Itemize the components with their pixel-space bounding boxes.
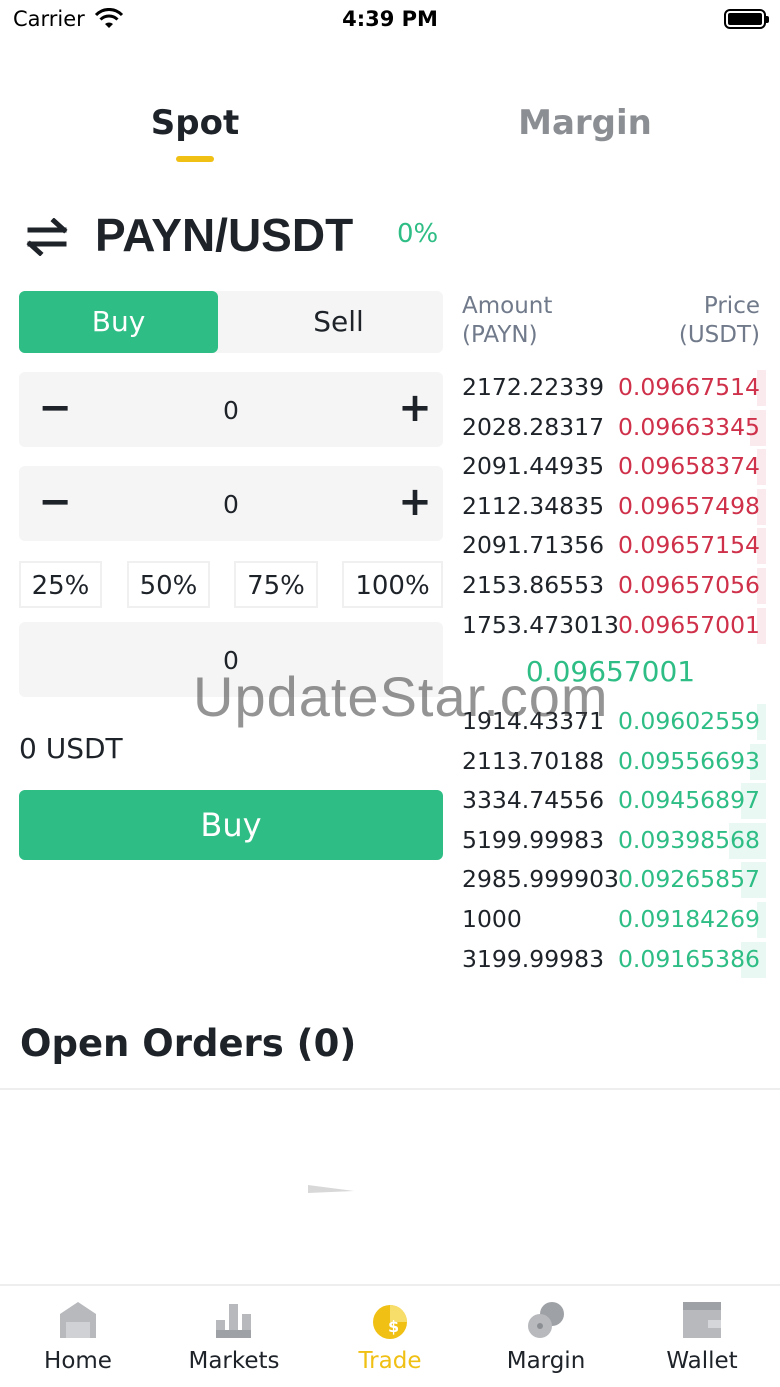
buy-sell-toggle: Buy Sell [19,291,443,353]
bid-row[interactable]: 3334.74556 0.09456897 [455,783,766,820]
markets-icon [216,1304,251,1338]
bid-price: 0.09165386 [617,944,760,973]
buy-tab-button[interactable]: Buy [19,291,218,353]
swap-arrows-icon[interactable] [24,218,70,256]
ask-price: 0.09657001 [617,610,760,639]
nav-trade[interactable]: $ Trade [312,1286,468,1387]
price-increment-button[interactable]: + [395,388,435,428]
ask-row[interactable]: 2153.86553 0.09657056 [455,568,766,604]
ask-amount: 2153.86553 [462,571,605,599]
price-header-label: Price [703,293,760,319]
status-time: 4:39 PM [342,7,438,31]
watermark: UpdateStar.com [193,665,609,728]
nav-margin[interactable]: Margin [468,1286,624,1387]
nav-wallet-label: Wallet [666,1348,738,1374]
bid-row[interactable]: 5199.99983 0.09398568 [455,822,766,859]
ask-price: 0.09663345 [617,412,760,441]
orderbook-price-header: Price (USDT) [640,292,760,350]
ask-row[interactable]: 2091.44935 0.09658374 [455,449,766,486]
nav-markets-label: Markets [188,1348,280,1374]
margin-icon [528,1302,564,1338]
pair-name[interactable]: PAYN/USDT [95,208,353,262]
price-input[interactable]: 0 [79,396,383,425]
bid-price: 0.09398568 [617,825,760,854]
percent-25-button[interactable]: 25% [19,561,102,608]
bid-row[interactable]: 2113.70188 0.09556693 [455,743,766,780]
ask-amount: 2112.34835 [462,491,605,520]
bottom-nav: Home Markets $ Trade Margin Wallet [0,1284,780,1387]
nav-margin-label: Margin [506,1348,586,1374]
ask-price: 0.09658374 [617,452,760,481]
percent-50-button[interactable]: 50% [127,561,210,608]
bid-row[interactable]: 1000 0.09184269 [455,902,766,938]
bid-price: 0.09265857 [617,865,760,894]
trade-icon: $ [373,1305,407,1339]
bid-price: 0.09556693 [617,746,760,775]
open-orders-title: Open Orders (0) [20,1022,357,1065]
bid-amount: 5199.99983 [462,825,605,854]
bid-row[interactable]: 3199.99983 0.09165386 [455,941,766,978]
amount-stepper: − 0 + [19,466,443,541]
nav-trade-label: Trade [358,1348,422,1374]
ask-amount: 2091.44935 [462,452,605,481]
ask-amount: 1753.473013 [462,610,619,639]
svg-text:$: $ [388,1317,399,1336]
bid-row[interactable]: 2985.999903 0.09265857 [455,862,766,899]
status-bar: Carrier 4:39 PM [0,0,780,40]
ask-price: 0.09657056 [617,571,760,599]
ask-price: 0.09657154 [617,531,760,560]
divider [0,1088,780,1090]
home-icon [60,1302,96,1338]
active-tab-indicator [176,156,214,162]
bid-price: 0.09456897 [617,786,760,815]
bid-amount: 2985.999903 [462,865,619,894]
amount-header-label: Amount [462,293,553,319]
ask-row[interactable]: 2028.28317 0.09663345 [455,409,766,446]
nav-home-label: Home [44,1348,112,1374]
bid-price: 0.09602559 [617,707,760,735]
pair-change-percent: 0% [397,219,439,249]
nav-wallet[interactable]: Wallet [624,1286,780,1387]
amount-header-unit: (PAYN) [462,322,538,348]
ask-amount: 2091.71356 [462,531,605,560]
bid-amount: 3199.99983 [462,944,605,973]
ask-row[interactable]: 2172.22339 0.09667514 [455,370,766,406]
ask-price: 0.09657498 [617,491,760,520]
bid-amount: 1000 [462,905,522,933]
amount-increment-button[interactable]: + [395,482,435,522]
wallet-icon [683,1302,721,1338]
ask-row[interactable]: 1753.473013 0.09657001 [455,607,766,644]
sell-tab-button[interactable]: Sell [234,291,443,353]
bid-price: 0.09184269 [617,905,760,933]
bid-amount: 3334.74556 [462,786,605,815]
available-balance: 0 USDT [19,732,123,765]
amount-decrement-button[interactable]: − [35,482,75,522]
bid-amount: 2113.70188 [462,746,605,775]
battery-icon [724,9,769,29]
price-header-unit: (USDT) [678,322,760,348]
ask-row[interactable]: 2091.71356 0.09657154 [455,528,766,565]
price-decrement-button[interactable]: − [35,388,75,428]
nav-home[interactable]: Home [0,1286,156,1387]
tab-spot[interactable]: Spot [45,103,345,143]
ask-price: 0.09667514 [617,373,760,401]
tab-margin[interactable]: Margin [435,103,735,143]
ask-amount: 2172.22339 [462,373,605,401]
buy-submit-button[interactable]: Buy [19,790,443,860]
loading-spinner-icon [308,1185,354,1193]
percent-75-button[interactable]: 75% [234,561,318,608]
price-stepper: − 0 + [19,372,443,447]
ask-row[interactable]: 2112.34835 0.09657498 [455,488,766,525]
percent-100-button[interactable]: 100% [342,561,443,608]
orderbook-amount-header: Amount (PAYN) [462,292,552,350]
ask-amount: 2028.28317 [462,412,605,441]
amount-input[interactable]: 0 [79,490,383,519]
nav-markets[interactable]: Markets [156,1286,312,1387]
